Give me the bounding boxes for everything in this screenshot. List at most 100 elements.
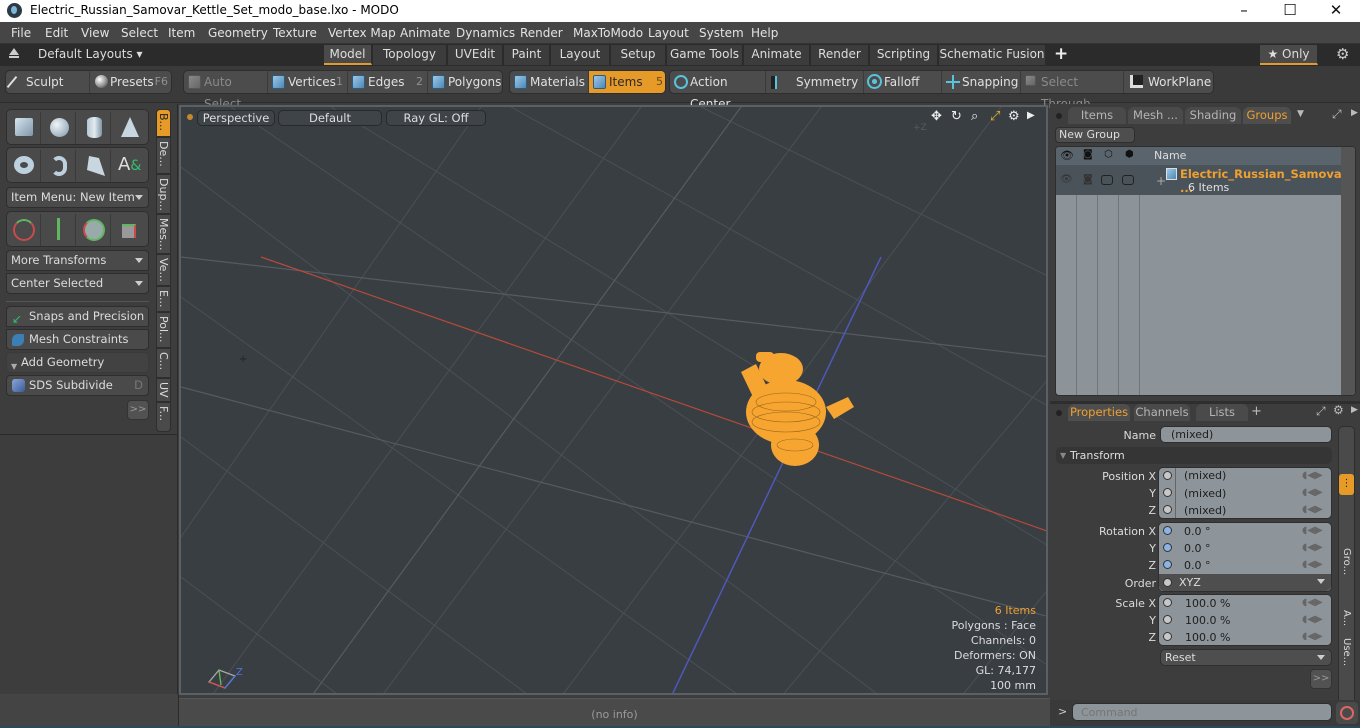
sidetab-basic[interactable]: B... xyxy=(156,109,171,137)
render-toggle-icon[interactable]: ◙ xyxy=(1083,174,1093,185)
menu-file[interactable]: File xyxy=(11,26,31,40)
sidetab-fusion[interactable]: F... xyxy=(156,402,171,432)
falloff-button[interactable]: Falloff xyxy=(864,71,942,93)
torus-tool[interactable] xyxy=(7,150,41,182)
properties-arrow-icon[interactable]: ▶ xyxy=(1351,405,1358,415)
menu-render[interactable]: Render xyxy=(520,26,563,40)
strip-tab-user[interactable]: Use... xyxy=(1341,638,1352,666)
scale-tool[interactable] xyxy=(112,214,146,246)
sidetab-curve[interactable]: C... xyxy=(156,348,171,378)
tab-scripting[interactable]: Scripting xyxy=(870,45,938,65)
panel-menu-dot-icon[interactable] xyxy=(1056,113,1062,119)
position-z-spinner-icon[interactable]: ◖◀▶ xyxy=(1302,504,1323,515)
name-column-header[interactable]: Name xyxy=(1154,149,1186,162)
item-menu-dropdown[interactable]: Item Menu: New Item xyxy=(6,187,149,208)
rotation-x-anim-dot[interactable] xyxy=(1163,526,1172,535)
cylinder-tool[interactable] xyxy=(77,112,111,144)
raygl-button[interactable]: Ray GL: Off xyxy=(386,110,486,126)
scale-y-field[interactable]: 100.0 % xyxy=(1185,614,1230,627)
sidetab-polygon[interactable]: Pol... xyxy=(156,312,171,348)
zoom-view-icon[interactable]: ⌕ xyxy=(971,109,978,124)
tab-shading[interactable]: Shading xyxy=(1185,107,1241,124)
lock-toggle[interactable] xyxy=(1101,175,1113,185)
tab-render[interactable]: Render xyxy=(811,45,869,65)
tab-layout[interactable]: Layout xyxy=(551,45,610,65)
3d-viewport[interactable]: + Z Perspective Default Ray GL: Off +Z ✥… xyxy=(179,105,1048,695)
position-z-field[interactable]: (mixed) xyxy=(1184,504,1226,517)
only-toggle[interactable]: ★ Only xyxy=(1260,45,1318,65)
more-tools-button[interactable]: >> xyxy=(127,400,149,420)
properties-settings-icon[interactable]: ⚙ xyxy=(1333,403,1344,417)
transform-section-header[interactable]: ▼ Transform xyxy=(1056,447,1332,464)
select-toggle[interactable] xyxy=(1122,175,1134,185)
visibility-toggle-icon[interactable]: 👁 xyxy=(1060,174,1073,185)
menu-vertex-map[interactable]: Vertex Map xyxy=(328,26,396,40)
rotation-z-spinner-icon[interactable]: ◖◀▶ xyxy=(1302,559,1323,570)
rotation-y-spinner-icon[interactable]: ◖◀▶ xyxy=(1302,542,1323,553)
new-group-button[interactable]: New Group xyxy=(1055,127,1135,143)
tab-topology[interactable]: Topology xyxy=(373,45,447,65)
menu-geometry[interactable]: Geometry xyxy=(208,26,268,40)
tab-mesh[interactable]: Mesh ... xyxy=(1128,107,1183,124)
sidetab-deform[interactable]: De... xyxy=(156,137,171,174)
add-layout-tab-button[interactable]: + xyxy=(1054,44,1068,64)
tabs-dropdown-icon[interactable]: ▼ xyxy=(1297,109,1304,119)
menu-animate[interactable]: Animate xyxy=(400,26,450,40)
workplane-button[interactable]: WorkPlane xyxy=(1124,71,1214,93)
maximize-button[interactable]: ☐ xyxy=(1267,0,1313,22)
tab-setup[interactable]: Setup xyxy=(611,45,666,65)
materials-button[interactable]: Materials xyxy=(510,71,589,93)
sidetab-vertex[interactable]: Ve... xyxy=(156,254,171,286)
position-z-anim-dot[interactable] xyxy=(1163,505,1172,514)
items-button[interactable]: Items 5 xyxy=(589,71,665,93)
sculpt-button[interactable]: Sculpt xyxy=(6,71,90,93)
tab-items[interactable]: Items xyxy=(1068,107,1126,124)
rotate-view-icon[interactable]: ↻ xyxy=(951,109,962,124)
menu-layout[interactable]: Layout xyxy=(648,26,689,40)
groups-scrollbar[interactable] xyxy=(1341,147,1355,395)
rotation-z-field[interactable]: 0.0 ° xyxy=(1184,559,1211,572)
scale-z-spinner-icon[interactable]: ◖◀▶ xyxy=(1302,631,1323,642)
cone-tool[interactable] xyxy=(112,112,146,144)
menu-texture[interactable]: Texture xyxy=(273,26,317,40)
scale-z-anim-dot[interactable] xyxy=(1163,632,1172,641)
default-layouts-dropdown[interactable]: Default Layouts ▾ xyxy=(38,47,143,61)
tab-groups[interactable]: Groups xyxy=(1243,107,1291,124)
snapping-button[interactable]: Snapping xyxy=(942,71,1021,93)
lock-column-icon[interactable]: ⬡ xyxy=(1104,149,1113,160)
viewport-expand-arrow-icon[interactable]: ▶ xyxy=(1027,110,1035,121)
rotation-z-anim-dot[interactable] xyxy=(1163,560,1172,569)
record-macro-button[interactable] xyxy=(1336,702,1358,724)
sidetab-mesh-edit[interactable]: Mes... xyxy=(156,214,171,254)
strip-tab-groups[interactable]: Gro... xyxy=(1341,548,1352,575)
tab-game-tools[interactable]: Game Tools xyxy=(667,45,743,65)
menu-system[interactable]: System xyxy=(699,26,744,40)
mesh-constraints-button[interactable]: Mesh Constraints xyxy=(6,329,149,350)
sds-subdivide-button[interactable]: SDS Subdivide D xyxy=(6,375,149,396)
sidetab-edge[interactable]: E... xyxy=(156,286,171,312)
tab-schematic-fusion[interactable]: Schematic Fusion xyxy=(939,45,1046,65)
menu-select[interactable]: Select xyxy=(121,26,158,40)
position-x-field[interactable]: (mixed) xyxy=(1184,469,1226,482)
reset-dropdown[interactable]: Reset xyxy=(1160,649,1332,666)
position-x-spinner-icon[interactable]: ◖◀▶ xyxy=(1302,470,1323,481)
position-y-spinner-icon[interactable]: ◖◀▶ xyxy=(1302,487,1323,498)
visibility-column-icon[interactable]: 👁 xyxy=(1060,149,1074,162)
scale-z-field[interactable]: 100.0 % xyxy=(1185,631,1230,644)
tab-properties[interactable]: Properties xyxy=(1068,404,1130,421)
pan-icon[interactable]: ✥ xyxy=(931,109,942,124)
polygons-button[interactable]: Polygons xyxy=(428,71,503,93)
more-transforms-dropdown[interactable]: More Transforms xyxy=(6,250,149,271)
position-y-anim-dot[interactable] xyxy=(1163,488,1172,497)
close-button[interactable]: ✕ xyxy=(1313,0,1359,22)
tab-uvedit[interactable]: UVEdit xyxy=(448,45,503,65)
tab-model[interactable]: Model xyxy=(324,45,372,65)
tab-channels[interactable]: Channels xyxy=(1134,404,1190,421)
group-row[interactable]: 👁 ◙ + Electric_Russian_Samova ... 6 Item… xyxy=(1056,165,1342,195)
panel-maximize-icon[interactable]: ⤢ xyxy=(1332,107,1342,122)
menu-view[interactable]: View xyxy=(81,26,109,40)
properties-maximize-icon[interactable]: ⤢ xyxy=(1316,404,1326,419)
position-x-anim-dot[interactable] xyxy=(1163,471,1172,480)
scale-x-field[interactable]: 100.0 % xyxy=(1185,597,1230,610)
rotation-x-spinner-icon[interactable]: ◖◀▶ xyxy=(1302,525,1323,536)
